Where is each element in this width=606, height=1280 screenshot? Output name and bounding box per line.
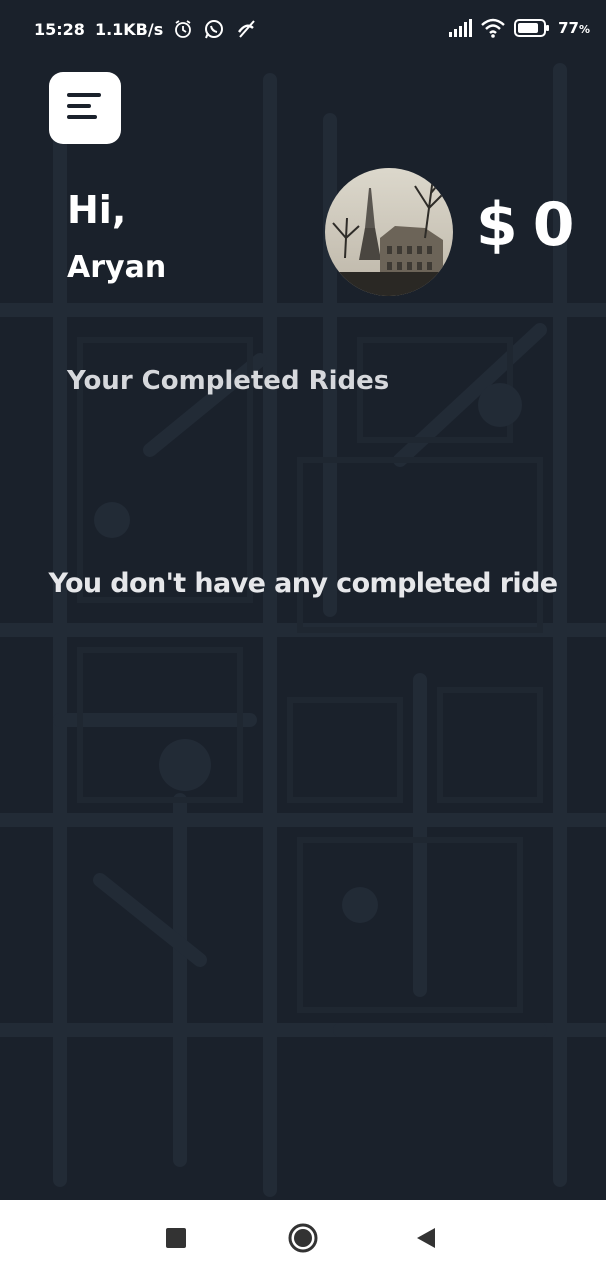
status-left: 15:28 1.1KB/s xyxy=(34,18,257,40)
battery-percentage: 77% xyxy=(558,19,590,37)
back-triangle-icon xyxy=(415,1226,437,1254)
battery-value: 77 xyxy=(558,19,579,37)
status-right: 77% xyxy=(448,18,590,38)
avatar-photo xyxy=(325,168,453,296)
balance-display: $0 xyxy=(476,190,576,260)
status-time: 15:28 xyxy=(34,19,85,39)
navigation-bar xyxy=(0,1200,606,1280)
section-title: Your Completed Rides xyxy=(67,366,390,396)
balance-value: 0 xyxy=(532,190,576,260)
avatar[interactable] xyxy=(325,168,453,296)
status-bar: 15:28 1.1KB/s 77% xyxy=(0,0,606,60)
recents-button[interactable] xyxy=(158,1222,194,1258)
missed-call-icon xyxy=(235,18,257,40)
hamburger-menu-icon xyxy=(65,91,105,125)
recents-square-icon xyxy=(165,1227,187,1253)
greeting-text: Hi, xyxy=(67,188,127,232)
whatsapp-icon xyxy=(203,18,225,40)
alarm-icon xyxy=(173,19,193,39)
back-button[interactable] xyxy=(408,1222,444,1258)
battery-icon xyxy=(514,19,550,37)
wifi-icon xyxy=(480,18,506,38)
signal-icon xyxy=(448,19,473,37)
empty-rides-message: You don't have any completed ride xyxy=(48,568,558,599)
user-name: Aryan xyxy=(67,250,167,285)
balance-currency: $ xyxy=(476,190,519,260)
home-circle-icon xyxy=(287,1222,319,1258)
rides-screen: 15:28 1.1KB/s 77% Hi, Aryan $ 0 Your Com… xyxy=(0,0,606,1280)
map-background xyxy=(0,63,606,1197)
menu-button[interactable] xyxy=(49,72,121,144)
home-button[interactable] xyxy=(285,1222,321,1258)
battery-unit: % xyxy=(578,23,590,36)
network-speed: 1.1KB/s xyxy=(94,19,164,39)
